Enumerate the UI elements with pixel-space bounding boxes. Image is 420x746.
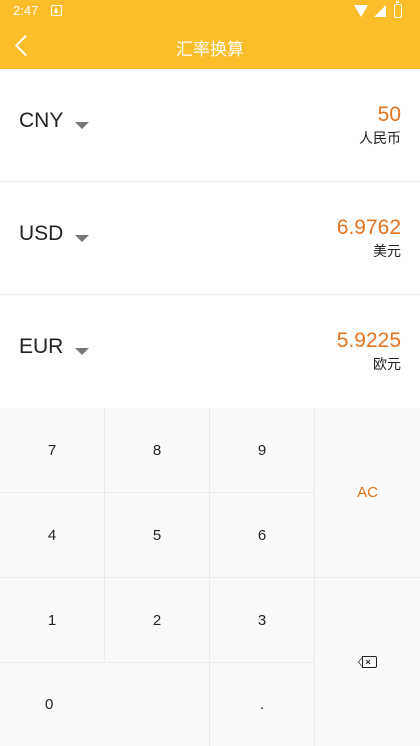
- currency-value[interactable]: 5.9225: [337, 329, 401, 353]
- status-bar: 2:47: [0, 0, 420, 22]
- app-bar: 汇率换算: [0, 22, 420, 69]
- key-3[interactable]: 3: [210, 578, 315, 663]
- currency-code[interactable]: EUR: [19, 335, 63, 359]
- key-7[interactable]: 7: [0, 408, 105, 493]
- signal-icon: [374, 5, 386, 17]
- key-5[interactable]: 5: [105, 493, 210, 578]
- currency-name: 欧元: [373, 357, 401, 373]
- key-backspace[interactable]: ×: [315, 578, 420, 746]
- backspace-icon: ×: [357, 656, 378, 668]
- currency-name: 美元: [373, 244, 401, 260]
- currency-row-eur[interactable]: EUR 5.9225 欧元: [0, 295, 420, 408]
- currency-name: 人民币: [359, 131, 401, 147]
- wifi-icon: [354, 5, 368, 17]
- dropdown-arrow-icon[interactable]: [75, 348, 89, 355]
- key-dot[interactable]: .: [210, 663, 315, 746]
- currency-code[interactable]: CNY: [19, 109, 63, 133]
- page-title: 汇率换算: [176, 40, 244, 60]
- key-6[interactable]: 6: [210, 493, 315, 578]
- currency-list: CNY 50 人民币 USD 6.9762 美元 EUR 5.9225 欧元: [0, 69, 420, 408]
- key-2[interactable]: 2: [105, 578, 210, 663]
- currency-value[interactable]: 50: [378, 103, 401, 127]
- currency-value[interactable]: 6.9762: [337, 216, 401, 240]
- keypad: 7 8 9 4 5 6 1 2 3 0 . AC ×: [0, 408, 420, 746]
- key-4[interactable]: 4: [0, 493, 105, 578]
- status-time: 2:47: [13, 3, 39, 18]
- currency-code[interactable]: USD: [19, 222, 63, 246]
- key-9[interactable]: 9: [210, 408, 315, 493]
- dropdown-arrow-icon[interactable]: [75, 122, 89, 129]
- key-0[interactable]: 0: [0, 663, 210, 746]
- key-ac[interactable]: AC: [315, 408, 420, 578]
- key-0-label: 0: [45, 696, 54, 713]
- dropdown-arrow-icon[interactable]: [75, 235, 89, 242]
- notification-icon: [51, 5, 62, 16]
- key-8[interactable]: 8: [105, 408, 210, 493]
- battery-icon: [394, 1, 402, 18]
- key-1[interactable]: 1: [0, 578, 105, 663]
- system-icons: [354, 1, 410, 18]
- currency-row-usd[interactable]: USD 6.9762 美元: [0, 182, 420, 295]
- currency-row-cny[interactable]: CNY 50 人民币: [0, 69, 420, 182]
